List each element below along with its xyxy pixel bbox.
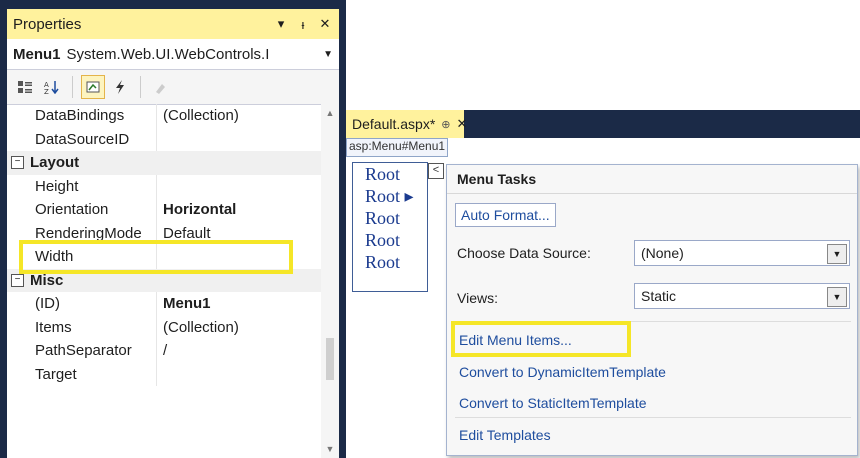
object-selector[interactable]: Menu1 System.Web.UI.WebControls.I ▼	[7, 39, 339, 70]
convert-dynamic-template-link[interactable]: Convert to DynamicItemTemplate	[459, 364, 666, 380]
properties-icon[interactable]	[81, 75, 105, 99]
data-source-select[interactable]: (None) ▼	[634, 240, 850, 266]
property-name: (ID)	[7, 292, 157, 316]
svg-text:Z: Z	[44, 88, 49, 94]
close-icon[interactable]: ✕	[317, 16, 333, 32]
alphabetical-icon[interactable]: AZ	[40, 75, 64, 99]
property-grid-scrollbar[interactable]: ▲ ▼	[321, 104, 339, 458]
property-name: Target	[7, 362, 157, 386]
property-pages-icon[interactable]	[149, 75, 173, 99]
scroll-down-icon[interactable]: ▼	[321, 440, 339, 458]
data-source-label: Choose Data Source:	[457, 245, 591, 261]
property-name: DataBindings	[7, 104, 157, 128]
smart-tag-button[interactable]: <	[428, 163, 444, 179]
property-value[interactable]: Menu1	[157, 295, 211, 312]
property-row[interactable]: DataSourceID	[7, 127, 321, 151]
property-row[interactable]: DataBindings (Collection)	[7, 104, 321, 128]
property-value[interactable]: Horizontal	[157, 201, 236, 218]
divider	[455, 417, 851, 418]
object-name: Menu1	[13, 45, 61, 63]
designer-surface: Default.aspx* ⊕ ✕ asp:Menu#Menu1 Root Ro…	[346, 110, 860, 458]
property-row[interactable]: Items (Collection)	[7, 315, 321, 339]
categorized-icon[interactable]	[13, 75, 37, 99]
menu-item[interactable]: Root	[353, 207, 427, 229]
property-row[interactable]: Target	[7, 362, 321, 386]
menu-control[interactable]: Root Root ▸ Root Root Root	[352, 162, 428, 292]
events-icon[interactable]	[108, 75, 132, 99]
property-name: DataSourceID	[7, 127, 157, 151]
menu-item[interactable]: Root ▸	[353, 185, 427, 207]
auto-format-link[interactable]: Auto Format...	[455, 203, 556, 227]
property-name: Height	[7, 174, 157, 198]
pin-icon[interactable]: ⊕	[441, 118, 450, 131]
property-row[interactable]: PathSeparator /	[7, 339, 321, 363]
property-value[interactable]: (Collection)	[157, 107, 239, 124]
category-layout[interactable]: − Layout	[7, 151, 321, 175]
property-grid: DataBindings (Collection) DataSourceID −…	[7, 104, 321, 458]
convert-static-template-link[interactable]: Convert to StaticItemTemplate	[459, 395, 647, 411]
chevron-down-icon[interactable]: ▼	[827, 244, 847, 264]
edit-menu-items-highlight	[451, 321, 631, 357]
views-value: Static	[641, 288, 677, 304]
data-source-value: (None)	[641, 245, 684, 261]
properties-window: Properties ▾ ᵻ ✕ Menu1 System.Web.UI.Web…	[0, 0, 346, 458]
properties-titlebar[interactable]: Properties ▾ ᵻ ✕	[7, 9, 339, 39]
views-select[interactable]: Static ▼	[634, 283, 850, 309]
menu-item[interactable]: Root	[353, 163, 427, 185]
scroll-up-icon[interactable]: ▲	[321, 104, 339, 122]
pin-icon[interactable]: ᵻ	[295, 17, 311, 32]
menu-item[interactable]: Root	[353, 229, 427, 251]
properties-panel: Properties ▾ ᵻ ✕ Menu1 System.Web.UI.Web…	[7, 9, 339, 458]
property-row-orientation[interactable]: Orientation Horizontal	[7, 198, 321, 222]
property-row[interactable]: Height	[7, 174, 321, 198]
dropdown-icon[interactable]: ▾	[273, 16, 289, 32]
toolbar-separator	[140, 76, 141, 98]
collapse-icon[interactable]: −	[11, 156, 24, 170]
document-tab-strip: Default.aspx* ⊕ ✕	[346, 110, 860, 138]
property-name: PathSeparator	[7, 339, 157, 363]
tab-label: Default.aspx*	[352, 116, 436, 132]
orientation-highlight	[19, 240, 293, 274]
menu-item[interactable]: Root	[353, 251, 427, 273]
property-row[interactable]: (ID) Menu1	[7, 292, 321, 316]
close-icon[interactable]: ✕	[457, 116, 468, 132]
object-type: System.Web.UI.WebControls.I	[66, 45, 270, 63]
property-value[interactable]: /	[157, 342, 167, 359]
property-value[interactable]: (Collection)	[157, 319, 239, 336]
properties-title: Properties	[13, 15, 82, 33]
chevron-down-icon[interactable]: ▼	[323, 49, 333, 60]
property-name: Orientation	[7, 198, 157, 222]
tasks-title: Menu Tasks	[447, 165, 857, 194]
scroll-thumb[interactable]	[326, 338, 334, 380]
edit-templates-link[interactable]: Edit Templates	[459, 427, 551, 443]
properties-toolbar: AZ	[7, 70, 339, 105]
views-label: Views:	[457, 290, 498, 306]
breadcrumb[interactable]: asp:Menu#Menu1	[346, 138, 449, 157]
category-label: Layout	[30, 154, 80, 172]
menu-tasks-panel: Menu Tasks Auto Format... Choose Data So…	[446, 164, 858, 456]
property-name: Items	[7, 315, 157, 339]
toolbar-separator	[72, 76, 73, 98]
collapse-icon[interactable]: −	[11, 273, 24, 287]
tab-default-aspx[interactable]: Default.aspx* ⊕ ✕	[346, 110, 467, 138]
category-label: Misc	[30, 271, 64, 289]
chevron-down-icon[interactable]: ▼	[827, 287, 847, 307]
